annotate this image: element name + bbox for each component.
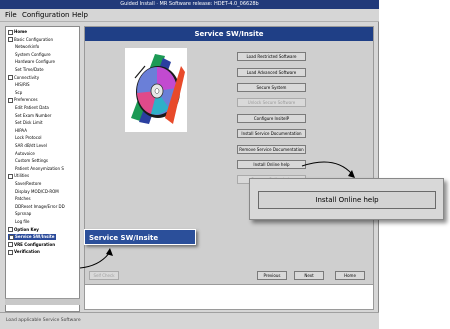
tree-item[interactable]: Save/Restore bbox=[15, 181, 41, 186]
navigation-tree: Home Basic Configuration Networkinfo System… bbox=[5, 26, 80, 312]
tree-group[interactable]: Preferences bbox=[8, 97, 38, 103]
tree-horizontal-scrollbar[interactable] bbox=[5, 298, 80, 305]
tree-item-label: Log file bbox=[15, 219, 30, 224]
tree-group[interactable]: Basic Configuration bbox=[8, 37, 53, 43]
tree-item-label: Hardware Configure bbox=[15, 59, 55, 65]
callout-install-online-help-button: Install Online help bbox=[258, 191, 436, 209]
tree-item[interactable]: Patches bbox=[15, 196, 31, 201]
tree-top-item[interactable]: Home bbox=[8, 29, 27, 35]
tree-item[interactable]: Autovoice bbox=[15, 151, 35, 156]
load-restricted-software-button[interactable]: Load Restricted Software bbox=[237, 52, 306, 61]
service-panel: Service SW/Insite Load Restricted Softwa… bbox=[84, 26, 374, 292]
self-check-button[interactable]: Self Check bbox=[89, 271, 119, 280]
tree-item-label: VRE Configuration bbox=[14, 241, 56, 247]
install-service-documentation-button[interactable]: Install Service Documentation bbox=[237, 129, 306, 138]
tree-item[interactable]: Set Disk Limit bbox=[15, 120, 43, 125]
install-online-help-button[interactable]: Install Online help bbox=[237, 160, 306, 169]
tree-item-label: System Configure bbox=[15, 51, 51, 57]
next-button[interactable]: Next bbox=[294, 271, 324, 280]
expand-toggle-icon[interactable] bbox=[9, 234, 14, 240]
status-text: Load applicable Service Software bbox=[6, 318, 81, 323]
expand-toggle-icon[interactable] bbox=[8, 249, 13, 255]
tree-item[interactable]: Sprsnap bbox=[15, 211, 31, 216]
menu-help[interactable]: Help bbox=[72, 10, 88, 20]
tree-item[interactable]: Custom Settings bbox=[15, 158, 48, 163]
tree-item-label: Lock Protocol bbox=[15, 135, 42, 141]
tree-item[interactable]: Set Exam Number bbox=[15, 113, 51, 118]
expand-toggle-icon[interactable] bbox=[8, 97, 13, 103]
tree-item[interactable]: System Configure bbox=[15, 52, 51, 57]
cd-disc-icon bbox=[125, 48, 187, 132]
tree-item-label: Set Disk Limit bbox=[15, 120, 43, 126]
expand-toggle-icon[interactable] bbox=[8, 37, 13, 43]
tree-item-label: Patches bbox=[15, 196, 31, 202]
tree-item-label: Scp bbox=[15, 89, 23, 95]
expand-toggle-icon[interactable] bbox=[8, 29, 13, 35]
tree-item-label: Sprsnap bbox=[15, 211, 32, 217]
tree-item[interactable]: Set Time/Date bbox=[15, 67, 44, 72]
tree-item-label: Autovoice bbox=[15, 150, 35, 156]
tree-item-label: Set Exam Number bbox=[15, 112, 52, 118]
expand-toggle-icon[interactable] bbox=[8, 242, 13, 248]
tree-item-label: Custom Settings bbox=[15, 158, 49, 164]
expand-toggle-icon[interactable] bbox=[8, 75, 13, 81]
home-button[interactable]: Home bbox=[335, 271, 365, 280]
tree-group[interactable]: Connectivity bbox=[8, 75, 39, 81]
callout-install-online-help: Install Online help bbox=[249, 178, 444, 220]
tree-item[interactable]: Scp bbox=[15, 90, 22, 95]
guided-install-window: Guided Install · MR Software release: HD… bbox=[0, 0, 379, 329]
tree-top-item[interactable]: Verification bbox=[8, 249, 40, 255]
previous-button[interactable]: Previous bbox=[257, 271, 287, 280]
tree-top-item[interactable]: Option Key bbox=[8, 227, 39, 233]
tree-item[interactable]: Edit Patient Data bbox=[15, 105, 49, 110]
panel-title: Service SW/Insite bbox=[85, 27, 373, 41]
unlock-secure-software-button[interactable]: Unlock Secure Software bbox=[237, 98, 306, 107]
tree-item-label: Utilities bbox=[14, 173, 30, 179]
tree-item[interactable]: DDReset Image/Error DD bbox=[15, 204, 65, 209]
window-title: Guided Install · MR Software release: HD… bbox=[0, 0, 379, 9]
remove-service-documentation-button[interactable]: Remove Service Documentation bbox=[237, 145, 306, 154]
load-advanced-software-button[interactable]: Load Advanced Software bbox=[237, 68, 306, 77]
tree-item-label: Verification bbox=[14, 249, 40, 255]
status-bar: Load applicable Service Software bbox=[0, 312, 379, 329]
message-area bbox=[84, 284, 374, 310]
tree-item[interactable]: SAR dB/dt Level bbox=[15, 143, 47, 148]
tree-item-label: Preferences bbox=[14, 97, 38, 103]
menu-configuration[interactable]: Configuration bbox=[22, 10, 69, 20]
tree-item-label: Patient Anonymization S bbox=[15, 165, 64, 171]
tree-top-item[interactable]: VRE Configuration bbox=[8, 242, 55, 248]
tree-item-label: Basic Configuration bbox=[14, 36, 53, 42]
tree-item-label: Edit Patient Data bbox=[15, 105, 49, 110]
tree-item-label: Connectivity bbox=[14, 74, 40, 80]
tree-item-label: Save/Restore bbox=[15, 181, 42, 186]
secure-system-button[interactable]: Secure System bbox=[237, 83, 306, 92]
tree-item-label: Set Time/Date bbox=[15, 67, 44, 72]
tree-item-label: HIS/RIS bbox=[15, 82, 30, 88]
tree-item[interactable]: Log file bbox=[15, 219, 30, 224]
tree-item[interactable]: HIS/RIS bbox=[15, 82, 30, 87]
tree-item-label: HIPAA bbox=[15, 127, 27, 133]
tree-item[interactable]: Patient Anonymization S bbox=[15, 166, 64, 171]
tree-group[interactable]: Utilities bbox=[8, 173, 29, 179]
configure-insiteip-button[interactable]: Configure InsiteIP bbox=[237, 114, 306, 123]
tree-item-label: Display MOD/CD-ROM bbox=[15, 188, 59, 194]
tree-item[interactable]: Lock Protocol bbox=[15, 135, 42, 140]
menu-bar: File Configuration Help bbox=[0, 9, 379, 22]
tree-item-label: Home bbox=[14, 29, 27, 34]
tree-item[interactable]: Hardware Configure bbox=[15, 59, 55, 64]
menu-file[interactable]: File bbox=[5, 10, 17, 20]
tree-item-label: SAR dB/dt Level bbox=[15, 143, 47, 148]
expand-toggle-icon[interactable] bbox=[8, 227, 13, 233]
tree-item[interactable]: Display MOD/CD-ROM bbox=[15, 189, 59, 194]
callout-service-sw-insite: Service SW/Insite bbox=[84, 229, 196, 245]
tree-item-label: DDReset Image/Error DD bbox=[15, 203, 65, 209]
tree-item-label: Service SW/Insite bbox=[15, 234, 55, 240]
tree-item-label: Option Key bbox=[14, 226, 39, 232]
tree-top-item[interactable]: Service SW/Insite bbox=[8, 234, 56, 240]
expand-toggle-icon[interactable] bbox=[8, 173, 13, 179]
tree-item[interactable]: HIPAA bbox=[15, 128, 27, 133]
tree-item[interactable]: Networkinfo bbox=[15, 44, 39, 49]
tree-item-label: Networkinfo bbox=[15, 44, 40, 50]
